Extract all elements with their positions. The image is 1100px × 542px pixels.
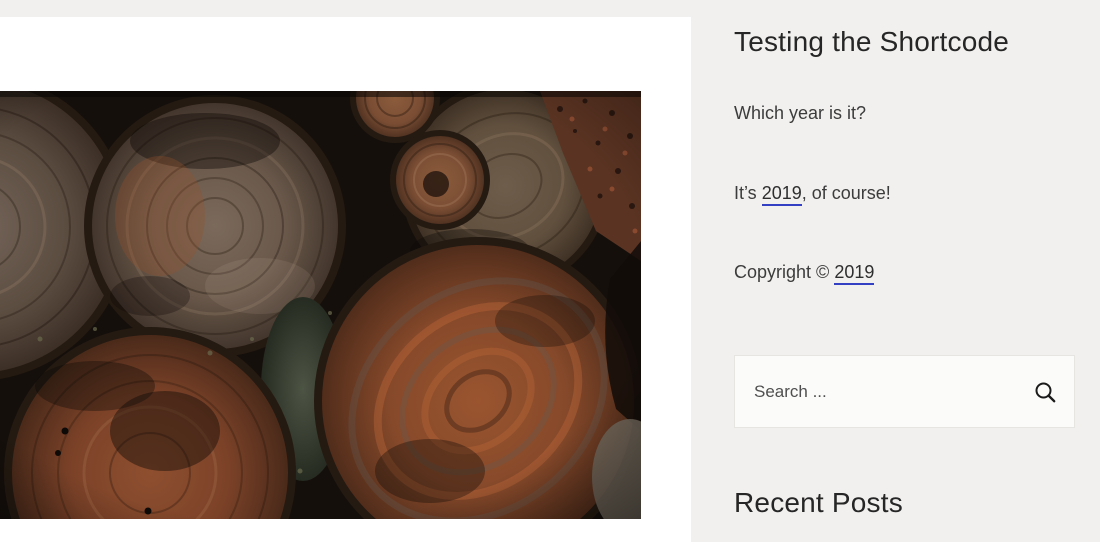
logs-photo-illustration bbox=[0, 91, 641, 519]
year-link[interactable]: 2019 bbox=[762, 183, 802, 206]
copyright-year-link[interactable]: 2019 bbox=[834, 262, 874, 285]
page-background: Testing the Shortcode Which year is it? … bbox=[0, 0, 1100, 542]
shortcode-widget-copyright: Copyright © 2019 bbox=[734, 260, 874, 284]
shortcode-widget-question: Which year is it? bbox=[734, 101, 866, 125]
answer-suffix: , of course! bbox=[802, 183, 891, 203]
search-button[interactable] bbox=[1032, 379, 1057, 404]
shortcode-widget-title: Testing the Shortcode bbox=[734, 26, 1009, 58]
search-icon bbox=[1033, 380, 1057, 404]
search-form bbox=[734, 355, 1075, 428]
recent-posts-title: Recent Posts bbox=[734, 487, 903, 519]
search-input[interactable] bbox=[752, 381, 1032, 403]
sidebar: Testing the Shortcode Which year is it? … bbox=[691, 0, 1100, 542]
shortcode-widget-answer: It’s 2019, of course! bbox=[734, 181, 891, 205]
main-content-area bbox=[0, 17, 691, 542]
featured-image bbox=[0, 91, 641, 519]
answer-prefix: It’s bbox=[734, 183, 762, 203]
copyright-prefix: Copyright © bbox=[734, 262, 834, 282]
